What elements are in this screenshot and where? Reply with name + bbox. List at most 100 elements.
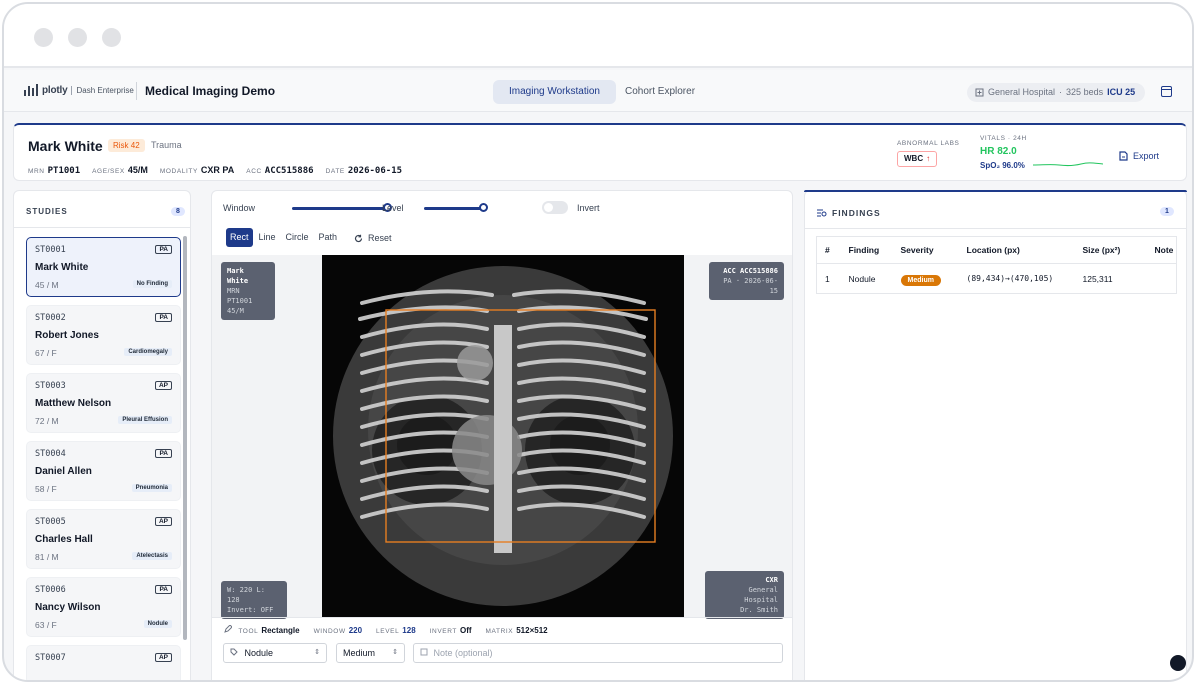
vitals-label: VITALS · 24H: [980, 135, 1027, 142]
level-slider-handle[interactable]: [479, 203, 488, 212]
col-note[interactable]: Note: [1146, 236, 1177, 264]
findings-panel: FINDINGS 1 # Finding Severity Location (…: [804, 190, 1187, 680]
abnormal-labs-label: ABNORMAL LABS: [897, 140, 960, 147]
note-input[interactable]: Note (optional): [413, 643, 783, 663]
study-agesex: 81 / M: [35, 552, 59, 562]
study-agesex: 45 / M: [35, 280, 59, 290]
reset-label: Reset: [368, 233, 392, 243]
col-number[interactable]: #: [816, 236, 841, 264]
list-item[interactable]: ST0003 AP Matthew Nelson 72 / M Pleural Effu…: [26, 373, 181, 433]
study-view-badge: AP: [154, 653, 172, 662]
study-id: ST0005: [35, 517, 66, 527]
study-agesex: 72 / M: [35, 416, 59, 426]
brand-sub: Dash Enterprise: [71, 85, 134, 95]
study-id: ST0004: [35, 449, 66, 459]
level-label: Level: [382, 203, 404, 213]
window-titlebar: [4, 4, 1192, 68]
tool-path[interactable]: Path: [315, 228, 342, 247]
hospital-name: General Hospital: [988, 87, 1056, 97]
list-item[interactable]: ST0001 PA Mark White 45 / M No Finding: [26, 237, 181, 297]
window-maximize-dot[interactable]: [102, 28, 121, 47]
studies-panel: STUDIES 8 ST0001 PA Mark White 45 / M No Fin…: [13, 190, 191, 680]
finding-select[interactable]: Nodule ⇕: [223, 643, 327, 663]
xray-image[interactable]: [322, 255, 684, 617]
image-viewer-panel: Window Level Invert Rect Line Circle Pat…: [211, 190, 793, 680]
viewer-status-bar: TOOL Rectangle WINDOW 220 LEVEL 128 INVERT O…: [212, 617, 792, 639]
study-finding-tag: Pleural Effusion: [118, 416, 172, 424]
acc-label: ACC: [246, 168, 262, 175]
col-size[interactable]: Size (px²): [1074, 236, 1147, 264]
severity-select-value: Medium: [343, 648, 376, 658]
study-patient-name: Nancy Wilson: [35, 602, 101, 613]
date-label: DATE: [325, 168, 345, 175]
chevron-updown-icon: ⇕: [314, 649, 320, 656]
window-minimize-dot[interactable]: [68, 28, 87, 47]
plotly-logo-icon: [24, 84, 38, 96]
hospital-icu: ICU 25: [1107, 87, 1136, 97]
findings-table-header: # Finding Severity Location (px) Size (p…: [816, 236, 1177, 264]
level-slider[interactable]: [424, 207, 483, 210]
date-value: 2026-06-15: [347, 166, 403, 176]
tool-rect[interactable]: Rect: [226, 228, 253, 247]
table-row[interactable]: 1 Nodule Medium (89,434)→(470,105) 125,3…: [816, 263, 1177, 294]
tab-cohort-explorer[interactable]: Cohort Explorer: [609, 80, 711, 104]
tool-line[interactable]: Line: [255, 228, 280, 247]
window-slider[interactable]: [292, 207, 387, 210]
agesex-value: 45/M: [127, 165, 148, 175]
list-item[interactable]: ST0002 PA Robert Jones 67 / F Cardiomegaly: [26, 305, 181, 365]
export-button[interactable]: Export: [1119, 151, 1159, 161]
window-label: Window: [223, 203, 256, 213]
overlay-view-date: PA · 2026-06-15: [723, 277, 778, 295]
pencil-icon: [224, 623, 233, 633]
study-patient-name: Mark White: [35, 262, 89, 273]
agesex-label: AGE/SEX: [92, 168, 125, 175]
col-location[interactable]: Location (px): [958, 236, 1075, 264]
row-size: 125,311: [1074, 263, 1147, 294]
hospital-sep: ·: [1059, 87, 1063, 97]
study-finding-tag: Cardiomegaly: [124, 348, 172, 356]
tag-icon: [230, 648, 238, 656]
list-item[interactable]: ST0004 PA Daniel Allen 58 / F Pneumonia: [26, 441, 181, 501]
row-finding: Nodule: [840, 263, 893, 294]
studies-scrollbar[interactable]: [183, 236, 187, 640]
col-finding[interactable]: Finding: [840, 236, 893, 264]
study-patient-name: Daniel Allen: [35, 466, 92, 477]
reset-button[interactable]: Reset: [354, 233, 392, 243]
overlay-invert: Invert: OFF: [227, 606, 274, 614]
severity-badge: Medium: [900, 274, 941, 286]
spo2: SpO₂ 96.0%: [980, 161, 1025, 170]
overlay-wl: W: 220 L: 128: [227, 586, 265, 604]
image-canvas[interactable]: Mark White MRN PT1001 45/M ACC ACC515886…: [212, 255, 792, 619]
list-item[interactable]: ST0005 AP Charles Hall 81 / M Atelectasis: [26, 509, 181, 569]
overlay-modality: CXR: [765, 576, 778, 584]
col-severity[interactable]: Severity: [892, 236, 959, 264]
mrn-value: PT1001: [47, 166, 81, 176]
chevron-updown-icon: ⇕: [392, 649, 398, 656]
status-level: LEVEL 128: [376, 625, 416, 635]
modality-label: MODALITY: [159, 168, 198, 175]
calendar-icon[interactable]: [1161, 86, 1172, 97]
vitals-sparkline: [1033, 162, 1103, 167]
heart-rate: HR 82.0: [980, 146, 1017, 157]
invert-toggle[interactable]: [542, 201, 568, 214]
browser-window: plotly Dash Enterprise Medical Imaging D…: [2, 2, 1194, 682]
acc-value: ACC515886: [264, 166, 314, 176]
drawing-tools: Rect Line Circle Path: [226, 228, 341, 247]
tab-imaging-workstation[interactable]: Imaging Workstation: [493, 80, 616, 104]
findings-count: 1: [1160, 207, 1174, 216]
row-number: 1: [816, 263, 841, 294]
help-badge[interactable]: [1170, 655, 1186, 671]
study-view-badge: PA: [155, 245, 172, 254]
tool-circle[interactable]: Circle: [282, 228, 313, 247]
status-invert: INVERT Off: [429, 625, 472, 635]
list-item[interactable]: ST0006 PA Nancy Wilson 63 / F Nodule: [26, 577, 181, 637]
hospital-beds: 325 beds: [1066, 87, 1104, 97]
study-finding-tag: Pneumonia: [131, 484, 172, 492]
mrn-label: MRN: [28, 168, 45, 175]
severity-select[interactable]: Medium ⇕: [336, 643, 405, 663]
window-close-dot[interactable]: [34, 28, 53, 47]
brand-name: plotly: [42, 84, 68, 96]
study-finding-tag: No Finding: [132, 280, 172, 288]
studies-count: 8: [171, 207, 185, 216]
overlay-hospital: General Hospital: [744, 586, 778, 604]
